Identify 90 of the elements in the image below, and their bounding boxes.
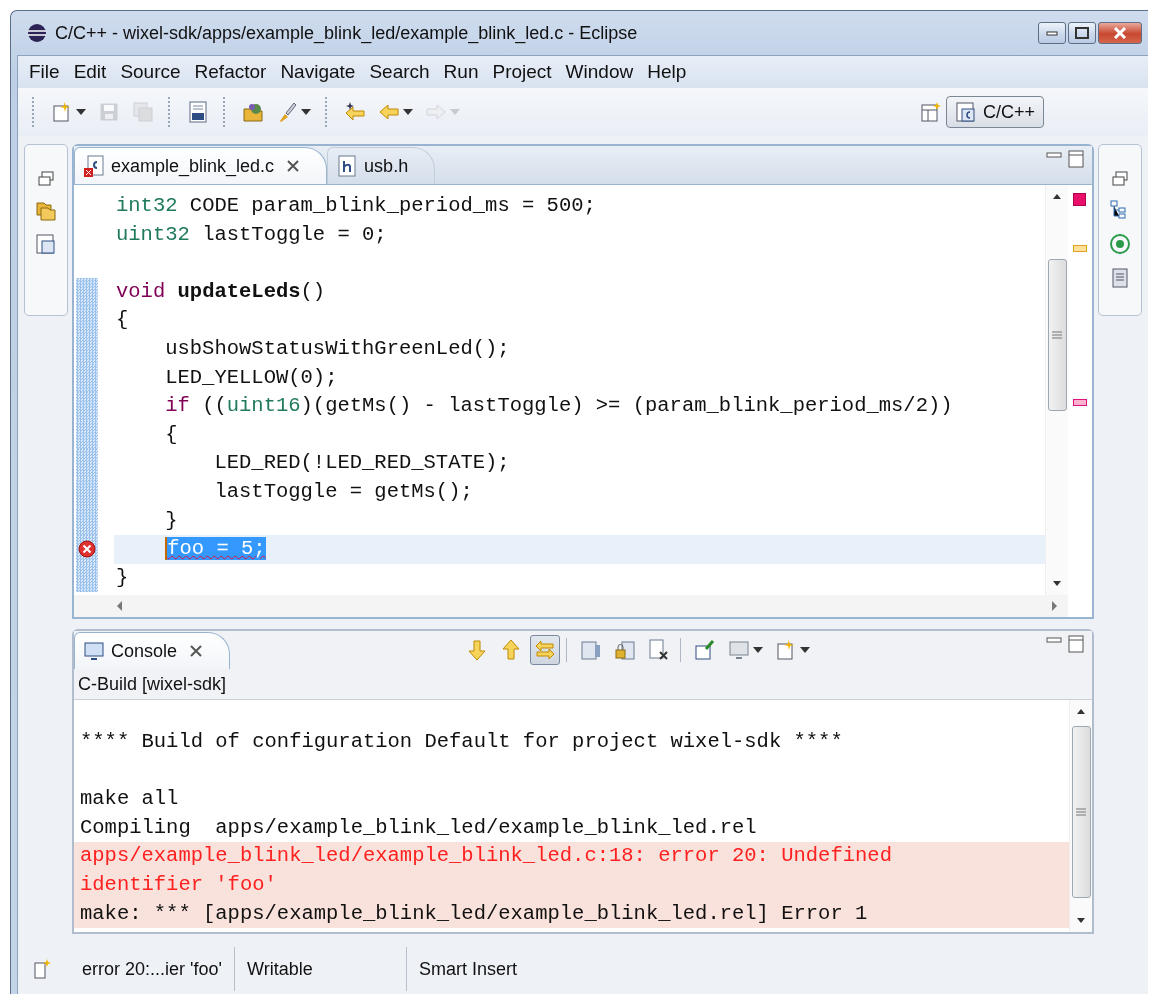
folder-icon xyxy=(242,101,264,123)
target-icon xyxy=(1109,233,1131,255)
document-icon xyxy=(580,639,602,661)
console-line: make all xyxy=(79,786,180,813)
code-line: } xyxy=(115,564,130,591)
caret-icon[interactable] xyxy=(800,647,810,653)
error-marker[interactable] xyxy=(1073,193,1086,206)
grip-icon xyxy=(1076,808,1086,816)
caret-icon[interactable] xyxy=(76,109,86,115)
document-icon xyxy=(1109,267,1131,289)
maximize-icon[interactable] xyxy=(1068,150,1084,168)
close-icon xyxy=(1113,27,1127,39)
code-line: LED_YELLOW(0); xyxy=(164,364,339,391)
close-button[interactable] xyxy=(1098,22,1142,44)
error-icon xyxy=(78,540,96,559)
restore-icon xyxy=(38,171,54,187)
code-line: } xyxy=(164,507,179,534)
console-line: Compiling apps/example_blink_led/example_blink_led.rel xyxy=(79,814,758,841)
menu-item[interactable]: Search xyxy=(362,59,437,85)
vertical-scrollbar[interactable] xyxy=(1045,185,1068,595)
scroll-right-icon[interactable] xyxy=(1052,601,1058,611)
back-arrow-icon xyxy=(344,101,366,123)
save-all-icon xyxy=(132,101,154,123)
console-title: C-Build [wixel-sdk] xyxy=(74,669,1092,700)
editor-tab[interactable]: usb.h xyxy=(327,147,436,184)
c-view-icon xyxy=(35,233,57,255)
grip-icon xyxy=(1052,331,1062,339)
console-tab[interactable]: Console xyxy=(74,632,231,669)
close-icon[interactable] xyxy=(189,644,204,658)
back-arrow-icon xyxy=(378,101,400,123)
status-message: error 20:...ier 'foo' xyxy=(81,957,223,981)
header-file-icon xyxy=(336,155,359,177)
code-line: lastToggle = getMs(); xyxy=(213,478,474,505)
code-line: if ((uint16)(getMs() - lastToggle) >= (param_blink_period_ms/2)) xyxy=(164,393,954,420)
remove-document-icon xyxy=(648,639,670,661)
c-file-icon xyxy=(83,155,105,177)
binary-file-icon xyxy=(187,101,209,123)
vertical-scrollbar[interactable] xyxy=(1069,700,1092,932)
save-icon xyxy=(98,101,120,123)
swap-arrows-icon xyxy=(534,639,556,661)
code-line: int32 CODE param_blink_period_ms = 500; xyxy=(115,193,597,219)
scroll-up-icon[interactable] xyxy=(1076,708,1086,714)
close-icon[interactable] xyxy=(286,159,301,173)
code-line: LED_RED(!LED_RED_STATE); xyxy=(213,450,511,477)
menu-item[interactable]: Source xyxy=(113,59,188,85)
menu-item[interactable]: File xyxy=(22,59,67,85)
menu-item[interactable]: Help xyxy=(640,59,694,85)
maximize-icon[interactable] xyxy=(1068,635,1084,653)
lock-icon xyxy=(614,639,636,661)
code-line: { xyxy=(115,307,130,334)
scroll-left-icon[interactable] xyxy=(116,601,122,611)
menu-item[interactable]: Edit xyxy=(66,59,114,85)
warning-marker[interactable] xyxy=(1073,245,1087,252)
status-field: Smart Insert xyxy=(406,947,578,991)
code-line: { xyxy=(164,421,179,448)
c-perspective-icon xyxy=(954,101,977,123)
monitor-icon xyxy=(728,639,750,661)
caret-icon[interactable] xyxy=(403,109,413,115)
restore-icon xyxy=(1112,171,1128,187)
open-perspective-icon xyxy=(919,101,942,123)
maximize-button[interactable] xyxy=(1068,22,1096,44)
menu-item[interactable]: Window xyxy=(558,59,641,85)
perspective-button[interactable]: C/C++ xyxy=(945,96,1044,128)
down-arrow-icon xyxy=(466,639,488,661)
menu-item[interactable]: Navigate xyxy=(273,59,363,85)
menu-item[interactable]: Project xyxy=(485,59,559,85)
code-line: usbShowStatusWithGreenLed(); xyxy=(164,335,511,362)
monitor-icon xyxy=(83,640,105,662)
horizontal-scrollbar[interactable] xyxy=(74,595,1068,617)
pin-icon xyxy=(694,639,716,661)
maximize-icon xyxy=(1075,27,1089,39)
code-line: void updateLeds() xyxy=(115,278,327,305)
minimize-icon xyxy=(1046,30,1058,36)
up-arrow-icon xyxy=(500,639,522,661)
folders-icon xyxy=(35,199,57,221)
eclipse-logo-icon xyxy=(27,23,47,43)
scroll-down-icon[interactable] xyxy=(1052,581,1062,587)
code-line: uint32 lastToggle = 0; xyxy=(115,221,388,248)
status-field: Writable xyxy=(234,947,406,991)
scroll-up-icon[interactable] xyxy=(1052,193,1062,199)
minimize-button[interactable] xyxy=(1038,22,1066,44)
menu-item[interactable]: Run xyxy=(436,59,486,85)
menu-item[interactable]: Refactor xyxy=(187,59,274,85)
caret-icon[interactable] xyxy=(301,109,311,115)
error-marker[interactable] xyxy=(1073,399,1087,406)
window-title: C/C++ - wixel-sdk/apps/example_blink_led/example_blink_led.c - Eclipse xyxy=(55,22,638,44)
caret-icon[interactable] xyxy=(753,647,763,653)
console-line: **** Build of configuration Default for project wixel-sdk **** xyxy=(79,729,844,755)
editor-tab[interactable]: example_blink_led.c xyxy=(74,147,328,184)
scroll-down-icon[interactable] xyxy=(1076,918,1086,924)
